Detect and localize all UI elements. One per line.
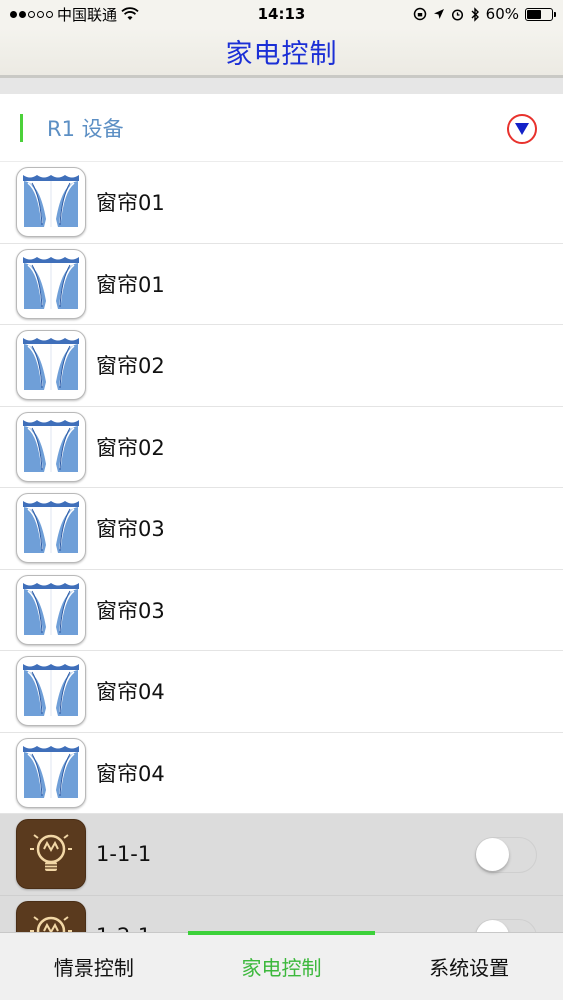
tab-bar: 情景控制 家电控制 系统设置	[0, 931, 563, 1000]
section-title: R1 设备	[47, 116, 124, 141]
device-list: 窗帘01窗帘01窗帘02窗帘02窗帘03窗帘03窗帘04窗帘041-1-11-2…	[0, 162, 563, 977]
section-header-r1[interactable]: R1 设备	[0, 94, 563, 162]
tab-appliance-control[interactable]: 家电控制	[187, 931, 376, 1000]
device-label: 1-1-1	[96, 842, 152, 867]
triangle-down-icon	[515, 123, 529, 135]
list-item[interactable]: 窗帘01	[0, 243, 563, 325]
curtain-icon	[23, 255, 79, 312]
device-label: 窗帘01	[96, 191, 165, 216]
curtain-thumbnail	[16, 493, 86, 564]
curtain-icon	[23, 337, 79, 394]
tab-scene-control[interactable]: 情景控制	[0, 933, 188, 1000]
battery-icon	[525, 7, 556, 21]
list-item[interactable]: 窗帘04	[0, 651, 563, 733]
status-bar: 中国联通 14:13 60%	[0, 0, 563, 28]
header-separator	[0, 78, 563, 94]
curtain-icon	[23, 418, 79, 475]
section-marker	[20, 113, 23, 142]
device-label: 窗帘04	[96, 680, 165, 705]
orientation-lock-icon	[413, 7, 426, 21]
status-time: 14:13	[257, 5, 306, 23]
battery-percent: 60%	[485, 5, 519, 23]
list-item[interactable]: 窗帘01	[0, 162, 563, 244]
device-label: 窗帘02	[96, 354, 165, 379]
list-item[interactable]: 窗帘03	[0, 569, 563, 651]
curtain-thumbnail	[16, 656, 86, 727]
carrier-name: 中国联通	[57, 5, 118, 24]
device-label: 窗帘01	[96, 272, 165, 297]
list-item[interactable]: 窗帘04	[0, 732, 563, 814]
device-label: 窗帘03	[96, 598, 165, 623]
list-item[interactable]: 1-1-1	[0, 814, 563, 896]
device-label: 窗帘04	[96, 761, 165, 786]
signal-strength-icon	[10, 10, 53, 18]
list-item[interactable]: 窗帘03	[0, 488, 563, 570]
curtain-thumbnail	[16, 737, 86, 808]
location-icon	[433, 9, 444, 19]
toggle-knob	[476, 838, 509, 871]
curtain-thumbnail	[16, 248, 86, 319]
curtain-icon	[23, 174, 79, 231]
list-item[interactable]: 窗帘02	[0, 406, 563, 488]
light-bulb-icon	[20, 823, 82, 886]
navigation-bar: 家电控制	[0, 28, 563, 78]
alarm-icon	[451, 8, 463, 21]
wifi-icon	[121, 7, 139, 20]
curtain-thumbnail	[16, 330, 86, 401]
device-label: 窗帘03	[96, 517, 165, 542]
curtain-icon	[23, 663, 79, 720]
curtain-icon	[23, 744, 79, 801]
light-thumbnail	[16, 819, 86, 890]
curtain-icon	[23, 500, 79, 557]
status-left: 中国联通	[10, 4, 210, 25]
curtain-thumbnail	[16, 167, 86, 238]
device-label: 窗帘02	[96, 435, 165, 460]
curtain-thumbnail	[16, 411, 86, 482]
expand-section-button[interactable]	[507, 114, 537, 144]
tab-system-settings[interactable]: 系统设置	[375, 933, 563, 1000]
curtain-icon	[23, 581, 79, 638]
bluetooth-icon	[471, 6, 479, 22]
light-toggle-switch[interactable]	[475, 837, 537, 873]
status-right: 60%	[353, 5, 556, 23]
page-title: 家电控制	[225, 39, 338, 70]
curtain-thumbnail	[16, 574, 86, 645]
battery-fill	[527, 9, 542, 19]
list-item[interactable]: 窗帘02	[0, 325, 563, 407]
